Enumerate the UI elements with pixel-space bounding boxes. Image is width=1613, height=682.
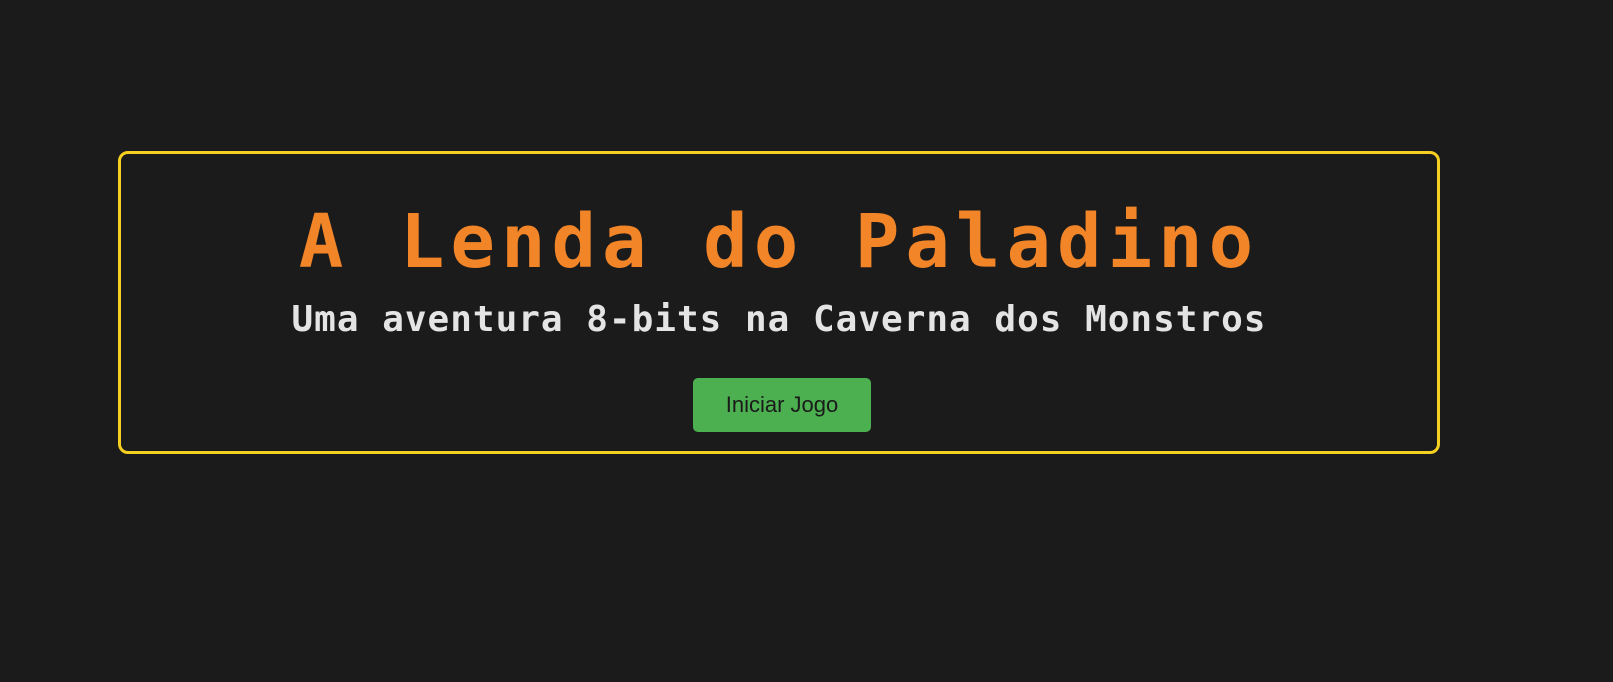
start-game-button[interactable]: Iniciar Jogo bbox=[693, 378, 871, 432]
title-card: A Lenda do Paladino Uma aventura 8-bits … bbox=[118, 151, 1440, 454]
game-title: A Lenda do Paladino bbox=[298, 199, 1260, 285]
game-subtitle: Uma aventura 8-bits na Caverna dos Monst… bbox=[291, 299, 1267, 340]
